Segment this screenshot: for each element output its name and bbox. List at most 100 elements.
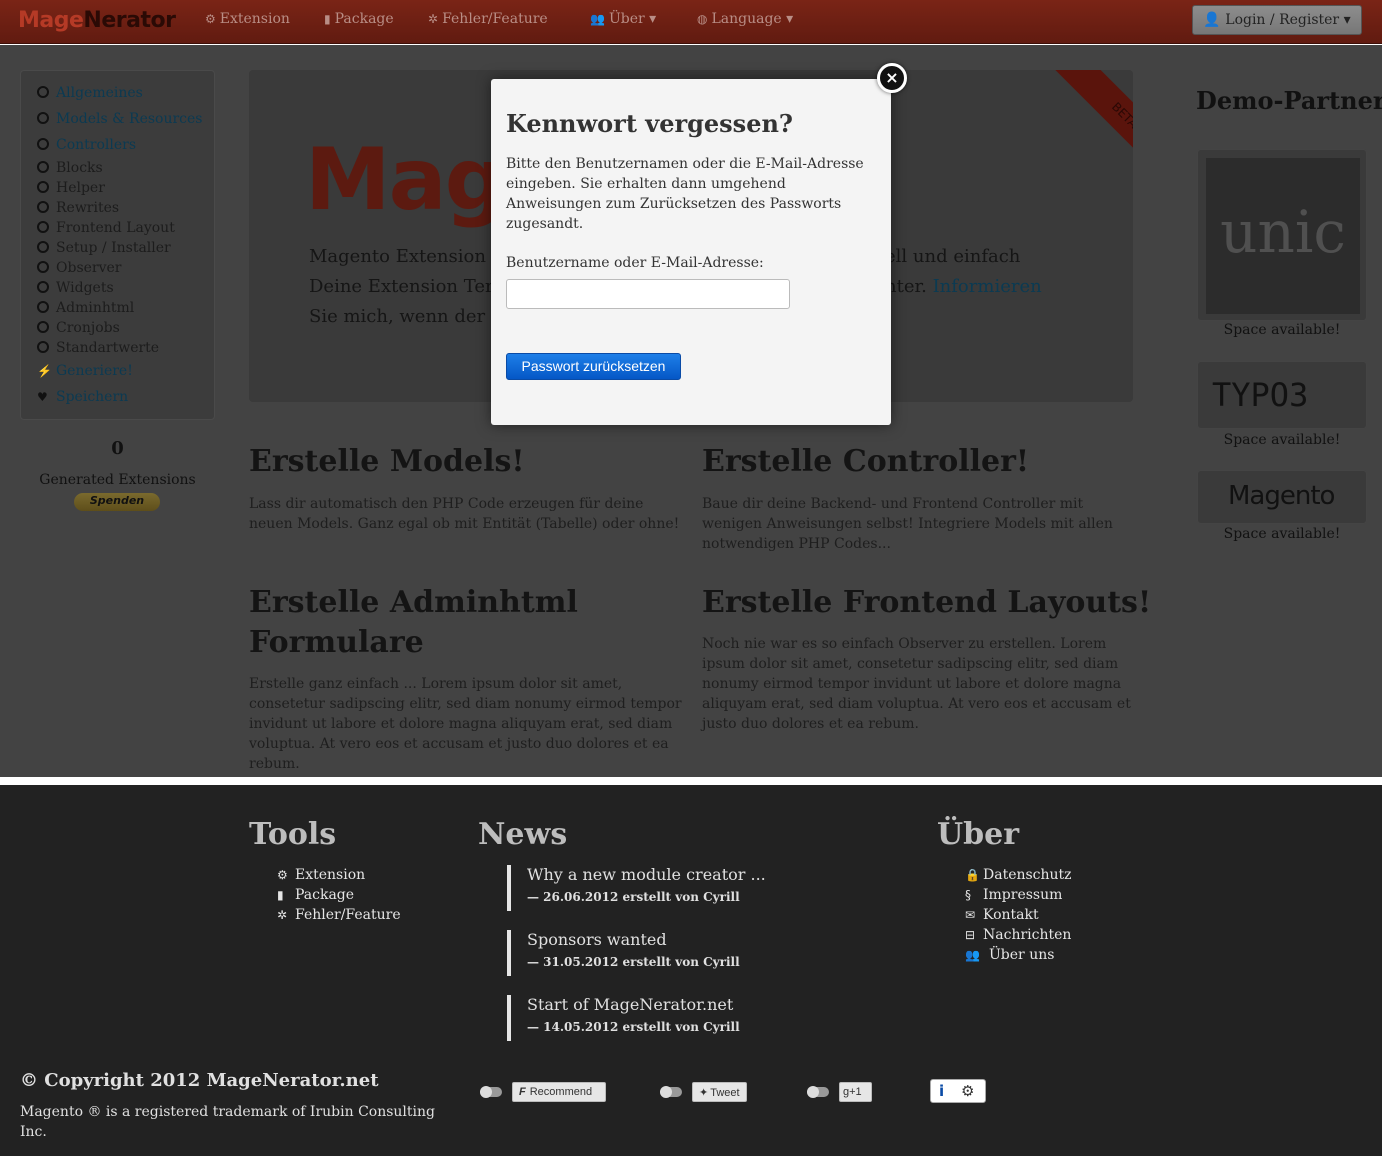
sidebar-item-generiere[interactable]: ⚡ Generiere! (37, 363, 133, 379)
sidebar-item-label: Adminhtml (56, 300, 135, 316)
footer-link-bugs[interactable]: ✲ Fehler/Feature (277, 907, 401, 923)
gear-icon[interactable]: ⚙ (961, 1082, 974, 1100)
space-available-1: Space available! (1223, 322, 1341, 338)
dialog-description: Bitte den Benutzernamen oder die E-Mail-… (506, 156, 864, 232)
sidebar-item-adminhtml: Adminhtml (37, 300, 134, 316)
ban-icon (37, 341, 49, 353)
sidebar-item-blocks: Blocks (37, 160, 103, 176)
partner-logo-magento: Magento (1228, 481, 1335, 511)
news-item[interactable]: Start of MageNerator.net — 14.05.2012 er… (507, 995, 740, 1041)
footer-link-datenschutz[interactable]: 🔒 Datenschutz (965, 867, 1072, 883)
reset-password-button[interactable]: Passwort zurücksetzen (506, 353, 681, 380)
ban-icon (37, 241, 49, 253)
sidebar-item-label: Frontend Layout (56, 220, 175, 236)
news-title[interactable]: Sponsors wanted (527, 930, 740, 949)
footer-link-label: Datenschutz (983, 867, 1072, 883)
gears-icon: ⚙ (205, 12, 216, 26)
sidebar-item-label: Models & Resources (56, 111, 203, 127)
twitter-privacy-toggle[interactable] (660, 1086, 682, 1098)
section-title-models: Erstelle Models! (249, 444, 525, 479)
nav-bugs[interactable]: ✲ Fehler/Feature (428, 11, 548, 27)
social-settings: i ⚙ (930, 1079, 986, 1103)
footer-link-ueber-uns[interactable]: 👥 Über uns (965, 947, 1054, 963)
sidebar-item-label: Allgemeines (56, 85, 143, 101)
sidebar-item-label: Blocks (56, 160, 103, 176)
tweet-label: Tweet (710, 1087, 740, 1099)
sidebar-item-label: Helper (56, 180, 105, 196)
generated-label: Generated Extensions (39, 472, 196, 488)
sidebar-item-label: Widgets (56, 280, 114, 296)
news-item[interactable]: Why a new module creator ... — 26.06.201… (507, 865, 766, 911)
footer-link-label: Package (295, 887, 355, 903)
info-link[interactable]: Informieren (933, 276, 1042, 297)
nav-language[interactable]: ◍ Language ▾ (697, 11, 793, 27)
news-title[interactable]: Why a new module creator ... (527, 865, 766, 884)
footer-link-kontakt[interactable]: ✉ Kontakt (965, 907, 1039, 923)
partner-logo-typo3: TYPO3 (1212, 376, 1309, 414)
partner-typo3[interactable]: TYPO3 (1197, 361, 1367, 429)
nav-extension-label: Extension (219, 11, 290, 27)
news-item[interactable]: Sponsors wanted — 31.05.2012 erstellt vo… (507, 930, 740, 976)
gplus-privacy-toggle[interactable] (807, 1086, 829, 1098)
info-icon[interactable]: i (939, 1082, 944, 1100)
flash-icon: ⚡ (37, 364, 52, 378)
bug-icon: ✲ (428, 12, 439, 26)
footer-link-package[interactable]: ▮ Package (277, 887, 354, 903)
footer-link-nachrichten[interactable]: ⊟ Nachrichten (965, 927, 1071, 943)
hero-line-1: Magento Extension (309, 246, 486, 267)
section-text-frontend: Noch nie war es so einfach Observer zu e… (702, 636, 1131, 732)
close-icon[interactable]: × (877, 63, 907, 93)
ban-icon (37, 301, 49, 313)
login-register-button[interactable]: 👤 Login / Register ▾ (1192, 5, 1362, 35)
sidebar-item-widgets: Widgets (37, 280, 114, 296)
hero-line-3[interactable]: Sie mich, wenn der S (309, 306, 503, 327)
sidebar-item-controllers[interactable]: Controllers (37, 137, 136, 153)
news-title[interactable]: Start of MageNerator.net (527, 995, 740, 1014)
tweet-button[interactable]: ✦ Tweet (692, 1082, 747, 1102)
hero-line-2-right: nter. Informieren (885, 276, 1042, 297)
sidebar-item-rewrites: Rewrites (37, 200, 119, 216)
footer-link-extension[interactable]: ⚙ Extension (277, 867, 365, 883)
ban-icon (37, 221, 49, 233)
sidebar-item-label: Setup / Installer (56, 240, 171, 256)
dialog-title: Kennwort vergessen? (506, 109, 793, 138)
footer-link-impressum[interactable]: § Impressum (965, 887, 1062, 903)
gplus-button[interactable]: g+1 (839, 1082, 872, 1102)
heart-icon: ♥ (37, 390, 48, 404)
nav-extension[interactable]: ⚙ Extension (205, 11, 290, 27)
partner-unic[interactable]: unic (1197, 149, 1367, 321)
news-meta: — 26.06.2012 erstellt von Cyrill (527, 890, 740, 904)
bug-icon: ✲ (277, 908, 288, 922)
nav-about[interactable]: 👥 Über ▾ (590, 11, 656, 27)
sidebar-item-observer: Observer (37, 260, 122, 276)
ban-icon (37, 181, 49, 193)
envelope-icon: ✉ (965, 908, 976, 922)
inbox-icon: ⊟ (965, 928, 976, 942)
sidebar-item-models[interactable]: Models & Resources (37, 111, 203, 127)
donate-button[interactable]: Spenden (74, 493, 160, 511)
sidebar-item-speichern[interactable]: ♥ Speichern (37, 389, 128, 405)
nav-about-label: Über (608, 11, 645, 27)
footer-link-label: Impressum (983, 887, 1063, 903)
facebook-recommend-button[interactable]: F Recommend (512, 1082, 606, 1102)
nav-package-label: Package (334, 11, 394, 27)
navbar: MageNerator ⚙ Extension ▮ Package ✲ Fehler/… (0, 0, 1382, 44)
section-icon: § (965, 888, 971, 902)
check-circle-icon (37, 138, 49, 150)
nav-language-label: Language (711, 11, 782, 27)
partner-magento[interactable]: Magento (1197, 470, 1367, 524)
check-circle-icon (37, 86, 49, 98)
sidebar-item-label: Observer (56, 260, 122, 276)
copyright: © Copyright 2012 MageNerator.net (20, 1070, 379, 1091)
nav-package[interactable]: ▮ Package (324, 11, 394, 27)
brand-logo[interactable]: MageNerator (18, 8, 176, 33)
section-title-controller: Erstelle Controller! (702, 444, 1030, 479)
twitter-icon: ✦ (699, 1087, 709, 1099)
facebook-privacy-toggle[interactable] (480, 1086, 502, 1098)
facebook-label: Recommend (529, 1086, 593, 1098)
user-icon: 👤 (1203, 12, 1221, 28)
sidebar-item-allgemeines[interactable]: Allgemeines (37, 85, 143, 101)
check-circle-icon (37, 112, 49, 124)
sidebar-item-setup: Setup / Installer (37, 240, 171, 256)
username-email-input[interactable] (506, 279, 790, 309)
